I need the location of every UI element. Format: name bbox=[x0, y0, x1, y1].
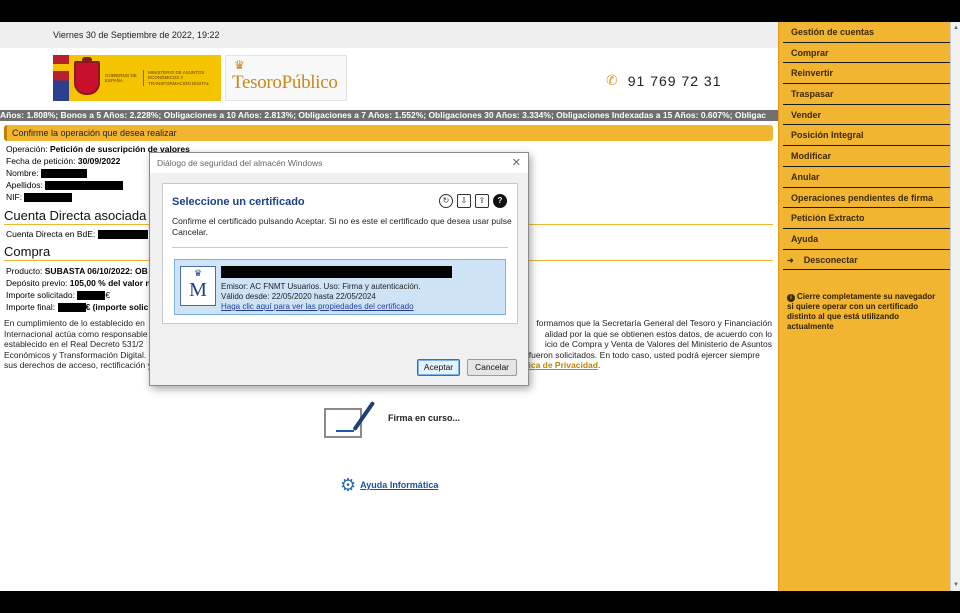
accept-button[interactable]: Aceptar bbox=[417, 359, 460, 376]
import-icon[interactable]: ⇩ bbox=[457, 194, 471, 208]
export-icon[interactable]: ⇪ bbox=[475, 194, 489, 208]
sidebar-item-vender[interactable]: Vender bbox=[783, 105, 950, 126]
dialog-titlebar: Diálogo de seguridad del almacén Windows… bbox=[150, 153, 528, 173]
sidebar-list: Gestión de cuentas Comprar Reinvertir Tr… bbox=[779, 22, 950, 271]
certificate-item[interactable]: ♛ M Emisor: AC FNMT Usuarios. Uso: Firma… bbox=[174, 259, 506, 315]
note-text: Cierre completamente su navegador si qui… bbox=[787, 292, 936, 332]
cancel-button[interactable]: Cancelar bbox=[467, 359, 517, 376]
dialog-heading: Seleccione un certificado bbox=[172, 196, 305, 208]
scroll-up-icon[interactable]: ▲ bbox=[952, 24, 960, 32]
dialog-title: Diálogo de seguridad del almacén Windows bbox=[157, 158, 323, 168]
certificate-dialog: Diálogo de seguridad del almacén Windows… bbox=[149, 152, 529, 386]
dialog-panel: Seleccione un certificado ↻ ⇩ ⇪ ? Confir… bbox=[162, 183, 518, 324]
redacted-certificate-name bbox=[221, 266, 452, 278]
sidebar-item-anular[interactable]: Anular bbox=[783, 167, 950, 188]
certificate-issuer: Emisor: AC FNMT Usuarios. Uso: Firma y a… bbox=[221, 282, 421, 291]
sidebar-item-modificar[interactable]: Modificar bbox=[783, 146, 950, 167]
fnmt-logo-icon: ♛ M bbox=[180, 266, 216, 306]
dialog-description: Confirme el certificado pulsando Aceptar… bbox=[172, 216, 512, 237]
dialog-separator bbox=[172, 247, 508, 248]
sidebar-item-traspasar[interactable]: Traspasar bbox=[783, 84, 950, 105]
help-icon[interactable]: ? bbox=[493, 194, 507, 208]
sidebar-item-reinvertir[interactable]: Reinvertir bbox=[783, 63, 950, 85]
scroll-down-icon[interactable]: ▼ bbox=[952, 581, 960, 589]
sidebar-menu: Gestión de cuentas Comprar Reinvertir Tr… bbox=[778, 22, 950, 591]
close-icon[interactable]: ✕ bbox=[512, 153, 521, 173]
certificate-note: i Cierre completamente su navegador si qu… bbox=[787, 292, 942, 332]
scrollbar[interactable]: ▲ ▼ bbox=[950, 22, 960, 591]
logout-arrow-icon: ➜ bbox=[787, 255, 794, 265]
sidebar-item-ayuda[interactable]: Ayuda bbox=[783, 229, 950, 250]
crown-icon: ♛ bbox=[193, 268, 203, 278]
sidebar-item-comprar[interactable]: Comprar bbox=[783, 43, 950, 64]
letterbox-top bbox=[0, 0, 960, 22]
certificate-properties-link[interactable]: Haga clic aquí para ver las propiedades … bbox=[221, 302, 414, 312]
dialog-toolbar: ↻ ⇩ ⇪ ? bbox=[439, 194, 507, 208]
sidebar-item-posicion-integral[interactable]: Posición Integral bbox=[783, 125, 950, 147]
letterbox-bottom bbox=[0, 591, 960, 613]
info-icon: i bbox=[787, 294, 795, 303]
certificate-validity: Válido desde: 22/05/2020 hasta 22/05/202… bbox=[221, 292, 376, 301]
fnmt-letter-icon: M bbox=[189, 279, 207, 301]
sidebar-item-desconectar[interactable]: ➜ Desconectar bbox=[783, 250, 950, 271]
refresh-icon[interactable]: ↻ bbox=[439, 194, 453, 208]
sidebar-item-operaciones-pendientes[interactable]: Operaciones pendientes de firma bbox=[783, 188, 950, 209]
sidebar-item-peticion-extracto[interactable]: Petición Extracto bbox=[783, 208, 950, 229]
sidebar-item-gestion-cuentas[interactable]: Gestión de cuentas bbox=[783, 22, 950, 43]
sidebar-item-label: Desconectar bbox=[803, 254, 858, 265]
modal-overlay: Diálogo de seguridad del almacén Windows… bbox=[0, 22, 778, 591]
